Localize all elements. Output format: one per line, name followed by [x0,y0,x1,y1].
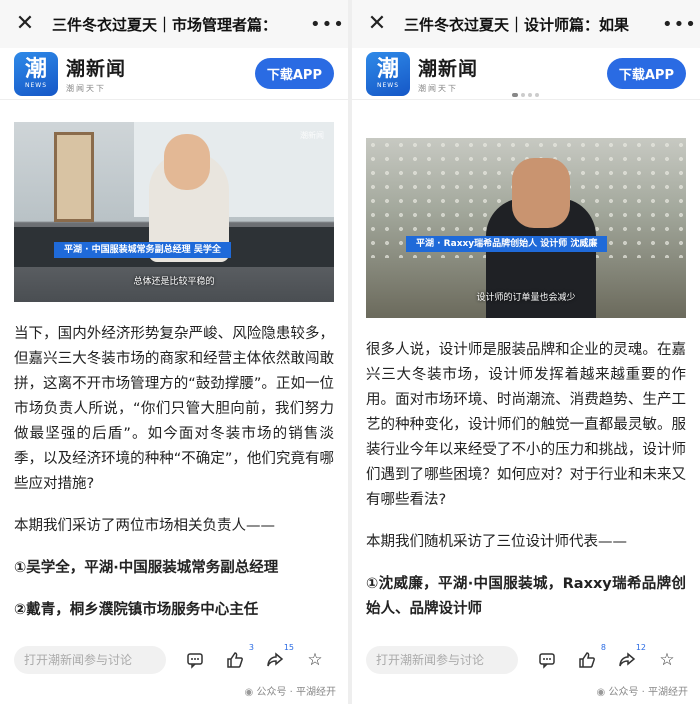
like-icon[interactable]: 8 [576,643,606,671]
carousel-dot [528,93,532,97]
brand-slogan: 潮闻天下 [66,83,106,93]
source-label: ◉ 公众号 · 平湖经开 [245,683,336,698]
photo-subtitle: 总体还是比较平稳的 [133,277,215,287]
app-banner: 潮 NEWS 潮新闻 潮闻天下 下载APP [0,48,348,100]
title-bar: ✕ 三件冬衣过夏天｜设计师篇：如果 ••• [352,0,700,48]
download-app-button[interactable]: 下载APP [254,58,334,89]
right-article-panel: ✕ 三件冬衣过夏天｜设计师篇：如果 ••• 潮 NEWS 潮新闻 潮闻天下 下载… [352,0,700,704]
carousel-dots [512,93,539,97]
more-icon[interactable]: ••• [310,14,344,35]
source-text: 公众号 · 平湖经开 [256,687,336,698]
photo-subtitle: 设计师的订单量也会减少 [476,293,576,303]
comment-input[interactable]: 打开潮新闻参与讨论 [366,646,518,674]
star-icon[interactable]: ☆ [656,649,678,671]
like-count: 3 [248,643,254,652]
carousel-dot [535,93,539,97]
wechat-icon: ◉ [596,687,606,698]
article-photo[interactable]: 潮新闻 平湖 · 中国服装城常务副总经理 吴学全 总体还是比较平稳的 [14,122,334,302]
title-bar: ✕ 三件冬衣过夏天｜市场管理者篇： ••• [0,0,348,48]
carousel-dot [521,93,525,97]
wechat-icon: ◉ [244,687,254,698]
comment-input[interactable]: 打开潮新闻参与讨论 [14,646,166,674]
logo-glyph: 潮 [24,57,47,82]
comment-icon[interactable] [536,649,558,671]
close-icon[interactable]: ✕ [364,0,390,48]
paragraph: 本期我们采访了两位市场相关负责人—— [14,518,275,534]
page-title: 三件冬衣过夏天｜设计师篇：如果 [404,15,630,34]
paragraph: 当下，国内外经济形势复杂严峻、风险隐患较多，但嘉兴三大冬装市场的商家和经营主体依… [14,326,334,492]
share-count: 12 [635,643,646,652]
photo-head [164,134,210,190]
logo-sub: NEWS [376,82,400,89]
photo-shelf [54,132,94,222]
download-app-button[interactable]: 下载APP [606,58,686,89]
close-icon[interactable]: ✕ [12,0,38,48]
star-icon[interactable]: ☆ [304,649,326,671]
bottom-action-bar: 打开潮新闻参与讨论 8 12 ☆ [352,640,700,680]
article-photo[interactable]: 平湖 · Raxxy瑞希品牌创始人 设计师 沈威廉 设计师的订单量也会减少 [366,138,686,318]
logo-sub: NEWS [24,82,48,89]
share-icon[interactable]: 12 [616,643,646,671]
brand-name: 潮新闻 [418,57,479,80]
paragraph: 本期我们随机采访了三位设计师代表—— [366,534,627,550]
app-logo: 潮 NEWS [14,51,58,96]
brand: 潮新闻 潮闻天下 [418,54,478,94]
app-logo: 潮 NEWS [366,51,410,96]
photo-head [512,158,570,228]
more-icon[interactable]: ••• [662,14,696,35]
left-article-panel: ✕ 三件冬衣过夏天｜市场管理者篇： ••• 潮 NEWS 潮新闻 潮闻天下 下载… [0,0,348,704]
brand-slogan: 潮闻天下 [418,83,458,93]
brand-name: 潮新闻 [66,57,127,80]
comment-icon[interactable] [184,649,206,671]
logo-glyph: 潮 [376,57,399,82]
share-count: 15 [283,643,294,652]
photo-caption: 平湖 · Raxxy瑞希品牌创始人 设计师 沈威廉 [406,236,608,252]
like-count: 8 [600,643,606,652]
app-banner: 潮 NEWS 潮新闻 潮闻天下 下载APP [352,48,700,100]
brand: 潮新闻 潮闻天下 [66,54,126,94]
like-icon[interactable]: 3 [224,643,254,671]
source-text: 公众号 · 平湖经开 [608,687,688,698]
interviewee-item: ①吴学全，平湖·中国服装城常务副总经理 [14,560,279,576]
article-body: 很多人说，设计师是服装品牌和企业的灵魂。在嘉兴三大冬装市场，设计师发挥着越来越重… [366,338,686,622]
source-label: ◉ 公众号 · 平湖经开 [597,683,688,698]
share-icon[interactable]: 15 [264,643,294,671]
article-body: 当下，国内外经济形势复杂严峻、风险隐患较多，但嘉兴三大冬装市场的商家和经营主体依… [14,322,334,623]
carousel-dot [512,93,518,97]
bottom-action-bar: 打开潮新闻参与讨论 3 15 ☆ [0,640,348,680]
page-title: 三件冬衣过夏天｜市场管理者篇： [52,15,278,34]
paragraph: 很多人说，设计师是服装品牌和企业的灵魂。在嘉兴三大冬装市场，设计师发挥着越来越重… [366,342,686,508]
interviewee-item: ①沈威廉，平湖·中国服装城，Raxxy瑞希品牌创始人、品牌设计师 [366,576,686,617]
photo-watermark: 潮新闻 [300,131,324,140]
photo-caption: 平湖 · 中国服装城常务副总经理 吴学全 [54,242,231,258]
interviewee-item: ②戴青，桐乡濮院镇市场服务中心主任 [14,602,259,618]
